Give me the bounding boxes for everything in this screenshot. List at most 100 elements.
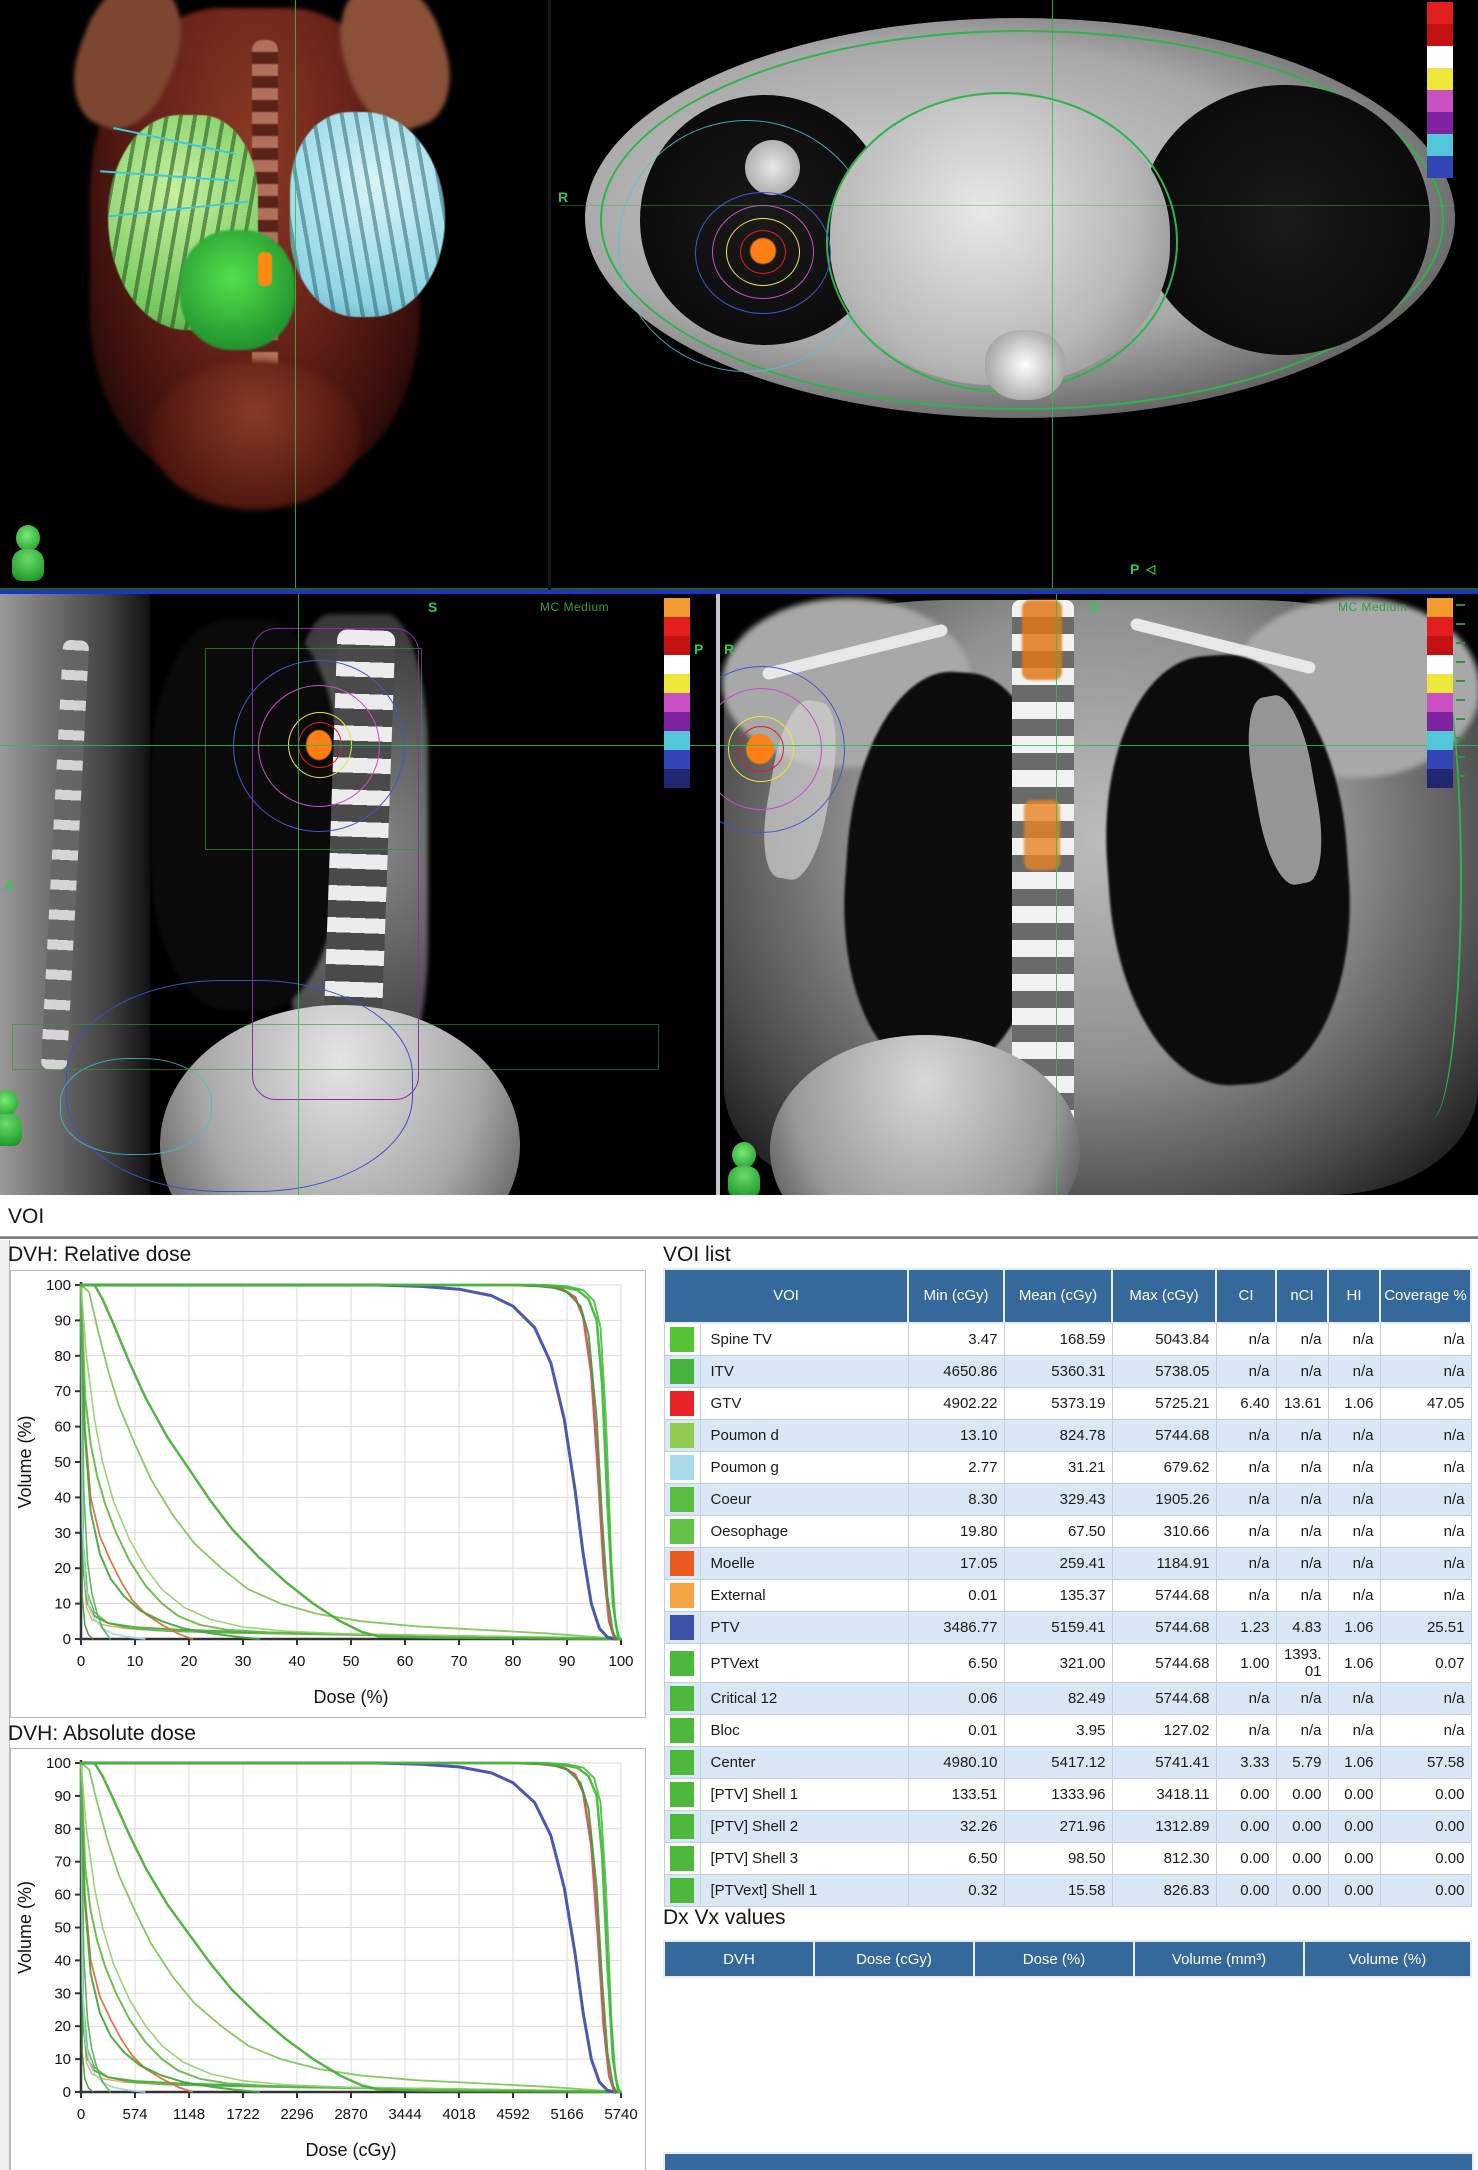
crosshair-vertical[interactable] (1052, 0, 1053, 588)
voi-row[interactable]: Spine TV3.47168.595043.84n/an/an/an/a (664, 1323, 1471, 1356)
voi-value: 5417.12 (1004, 1747, 1112, 1779)
viewport-sagittal-ct[interactable]: S MC Medium 5400630056704410378031502520… (0, 594, 716, 1195)
voi-row[interactable]: Oesophage19.8067.50310.66n/an/an/an/a (664, 1516, 1471, 1548)
voi-row[interactable]: [PTV] Shell 1133.511333.963418.110.000.0… (664, 1779, 1471, 1811)
dx-col-header[interactable]: DVH (664, 1941, 814, 1977)
dose-color-swatch (664, 712, 690, 731)
voi-value: n/a (1328, 1516, 1380, 1548)
dose-legend-value: 5400 (694, 598, 716, 617)
voi-col-header[interactable]: Mean (cGy) (1004, 1269, 1112, 1323)
voi-color-swatch (664, 1644, 700, 1683)
patient-orientation-icon (728, 1142, 760, 1195)
voi-value: 47.05 (1380, 1388, 1471, 1420)
voi-color-swatch (664, 1356, 700, 1388)
voi-color-swatch (664, 1516, 700, 1548)
voi-col-header[interactable]: Max (cGy) (1112, 1269, 1216, 1323)
voi-col-header[interactable]: VOI (664, 1269, 908, 1323)
relative-dvh-title: DVH: Relative dose (8, 1243, 191, 1267)
dx-col-header[interactable]: Volume (mm³) (1134, 1941, 1304, 1977)
svg-text:1722: 1722 (226, 2106, 259, 2123)
svg-text:574: 574 (122, 2106, 147, 2123)
voi-row[interactable]: Poumon d13.10824.785744.68n/an/an/an/a (664, 1420, 1471, 1452)
voi-row[interactable]: Center4980.105417.125741.413.335.791.065… (664, 1747, 1471, 1779)
voi-col-header[interactable]: Coverage % (1380, 1269, 1471, 1323)
voi-value: 6.50 (908, 1843, 1004, 1875)
voi-row[interactable]: Coeur8.30329.431905.26n/an/an/an/a (664, 1484, 1471, 1516)
voi-col-header[interactable]: nCI (1276, 1269, 1328, 1323)
voi-row[interactable]: [PTV] Shell 232.26271.961312.890.000.000… (664, 1811, 1471, 1843)
voi-row[interactable]: [PTV] Shell 36.5098.50812.300.000.000.00… (664, 1843, 1471, 1875)
voi-value: n/a (1380, 1420, 1471, 1452)
voi-name: External (700, 1580, 908, 1612)
viewport-divider-vertical-top[interactable] (548, 0, 551, 590)
dose-color-swatch (1427, 112, 1453, 134)
voi-value: 32.26 (908, 1811, 1004, 1843)
field-box-green-lower (12, 1024, 659, 1070)
voi-name: Bloc (700, 1715, 908, 1747)
voi-value: 5744.68 (1112, 1683, 1216, 1715)
svg-text:Dose (%): Dose (%) (313, 1687, 388, 1707)
voi-row[interactable]: Poumon g2.7731.21679.62n/an/an/an/a (664, 1452, 1471, 1484)
voi-row[interactable]: Critical 120.0682.495744.68n/an/an/an/a (664, 1683, 1471, 1715)
voi-col-header[interactable]: CI (1216, 1269, 1276, 1323)
dose-legend-value: 3150 (694, 693, 716, 712)
dose-color-swatch (1427, 598, 1453, 617)
voi-table: VOIMin (cGy)Mean (cGy)Max (cGy)CInCIHICo… (663, 1268, 1472, 1907)
voi-col-header[interactable]: Min (cGy) (908, 1269, 1004, 1323)
dx-col-header[interactable]: Dose (%) (974, 1941, 1134, 1977)
dose-legend-ticks (1456, 598, 1465, 777)
viewport-3d-render[interactable] (0, 0, 548, 590)
voi-value: 5744.68 (1112, 1612, 1216, 1644)
voi-row[interactable]: PTVext6.50321.005744.681.001393.011.060.… (664, 1644, 1471, 1683)
voi-row[interactable]: [PTVext] Shell 10.3215.58826.830.000.000… (664, 1875, 1471, 1907)
dose-algorithm-label: MC Medium (540, 600, 609, 614)
fiducial-marker (258, 252, 272, 286)
voi-row[interactable]: GTV4902.225373.195725.216.4013.611.0647.… (664, 1388, 1471, 1420)
orientation-marker-posterior: P (694, 642, 703, 656)
dose-legend-value: 630 (694, 769, 716, 788)
svg-text:80: 80 (54, 1348, 71, 1365)
voi-value: n/a (1328, 1356, 1380, 1388)
crosshair-horizontal[interactable] (720, 745, 1478, 746)
voi-value: n/a (1380, 1516, 1471, 1548)
svg-text:90: 90 (559, 1653, 576, 1670)
voi-value: 1.06 (1328, 1747, 1380, 1779)
voi-row[interactable]: External0.01135.375744.68n/an/an/an/a (664, 1580, 1471, 1612)
voi-name: Center (700, 1747, 908, 1779)
svg-text:50: 50 (343, 1653, 360, 1670)
contour-cyan (60, 1058, 212, 1155)
patient-orientation-icon (12, 525, 44, 581)
lung-right-ribs (290, 112, 445, 317)
voi-color-swatch (664, 1715, 700, 1747)
svg-text:20: 20 (181, 1653, 198, 1670)
voi-value: 0.00 (1276, 1779, 1328, 1811)
orientation-marker-posterior: P (1130, 562, 1139, 576)
voi-value: n/a (1216, 1580, 1276, 1612)
crosshair-vertical[interactable] (298, 594, 299, 1195)
dose-legend-coronal (1427, 598, 1453, 788)
svg-text:100: 100 (608, 1653, 633, 1670)
viewport-coronal-ct[interactable]: S MC Medium R (720, 594, 1478, 1195)
voi-value: n/a (1276, 1420, 1328, 1452)
viewport-axial-ct[interactable]: R P ◁ (551, 0, 1478, 590)
left-panel-rail[interactable] (0, 1240, 10, 2170)
voi-row[interactable]: PTV3486.775159.415744.681.234.831.0625.5… (664, 1612, 1471, 1644)
dose-hotspot (750, 238, 776, 264)
voi-row[interactable]: Bloc0.013.95127.02n/an/an/an/a (664, 1715, 1471, 1747)
voi-value: 0.00 (1216, 1779, 1276, 1811)
voi-col-header[interactable]: HI (1328, 1269, 1380, 1323)
dx-col-header[interactable]: Dose (cGy) (814, 1941, 974, 1977)
dx-col-header[interactable]: Volume (%) (1304, 1941, 1471, 1977)
crosshair-horizontal[interactable] (0, 745, 716, 746)
voi-row[interactable]: Moelle17.05259.411184.91n/an/an/an/a (664, 1548, 1471, 1580)
crosshair-horizontal[interactable] (560, 205, 1455, 206)
voi-row[interactable]: ITV4650.865360.315738.05n/an/an/an/a (664, 1356, 1471, 1388)
crosshair-vertical[interactable] (295, 0, 296, 588)
dose-color-swatch (1427, 617, 1453, 636)
voi-list-title: VOI list (663, 1243, 731, 1267)
voi-value: 1184.91 (1112, 1548, 1216, 1580)
voi-name: Spine TV (700, 1323, 908, 1356)
crosshair-vertical[interactable] (1056, 594, 1057, 1195)
voi-value: n/a (1328, 1548, 1380, 1580)
dvh-relative-chart: 0102030405060708090100010203040506070809… (11, 1271, 645, 1717)
